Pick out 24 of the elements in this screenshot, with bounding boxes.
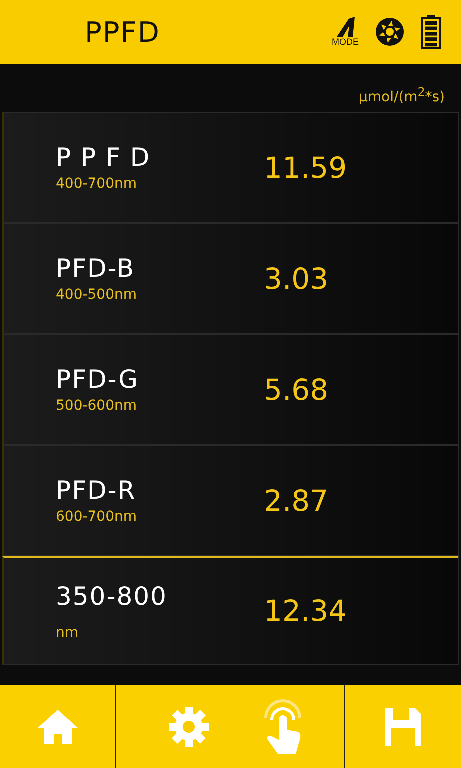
wavelength-range: 400-500nm <box>56 287 138 303</box>
reading-value: 12.34 <box>264 594 348 628</box>
reading-value: 5.68 <box>264 372 329 406</box>
unit-label: μmol/(m$^{2}$*s) <box>358 85 445 106</box>
settings-icon[interactable] <box>168 706 210 748</box>
reading-value: 3.03 <box>264 262 329 296</box>
reading-value: 2.87 <box>264 484 329 518</box>
home-icon[interactable] <box>36 708 80 746</box>
channel-name: 350-800 <box>56 582 168 610</box>
channel-name: PFD-G <box>56 365 140 394</box>
screen-title: PPFD <box>85 16 160 48</box>
save-icon[interactable] <box>385 708 421 746</box>
wavelength-range: 600-700nm <box>56 509 138 525</box>
mode-button[interactable]: MODE <box>332 17 359 47</box>
aperture-icon[interactable] <box>375 17 405 47</box>
channel-name: P P F D <box>56 143 152 172</box>
wavelength-range: nm <box>56 624 80 640</box>
reading-value: 11.59 <box>264 150 348 184</box>
battery-icon <box>421 15 441 49</box>
channel-name: PFD-B <box>56 254 136 283</box>
mode-a-icon <box>334 17 356 37</box>
wavelength-range: 400-700nm <box>56 176 138 192</box>
wavelength-range: 500-600nm <box>56 398 138 414</box>
channel-name: PFD-R <box>56 476 138 505</box>
